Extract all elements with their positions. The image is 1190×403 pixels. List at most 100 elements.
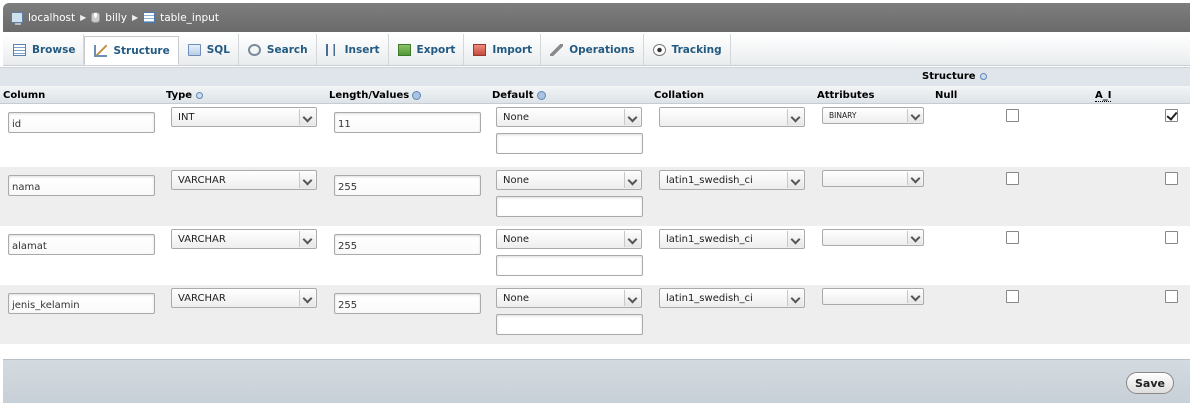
table-row: nama VARCHAR 255 None latin1_swedish_ci [0,167,1190,226]
insert-icon [325,43,339,56]
browse-icon [13,43,26,56]
chevron-down-icon [787,109,803,125]
chevron-down-icon [787,290,803,306]
tab-tracking[interactable]: Tracking [644,34,731,65]
chevron-down-icon [787,172,803,188]
type-select[interactable]: VARCHAR [171,288,317,308]
tab-label: Browse [32,43,76,56]
ai-checkbox[interactable] [1165,290,1178,303]
chevron-down-icon [624,231,640,247]
chevron-down-icon [624,290,640,306]
column-name-input[interactable]: nama [8,175,155,196]
header-length: Length/Values [329,90,422,101]
tab-label: Insert [344,43,380,56]
server-icon [11,12,23,25]
tab-label: Import [492,43,533,56]
column-name-input[interactable]: alamat [8,234,155,255]
database-icon [91,12,101,23]
chevron-down-icon [907,290,922,303]
column-name-input[interactable]: jenis_kelamin [8,293,155,314]
column-name-input[interactable]: id [8,112,155,133]
type-select[interactable]: VARCHAR [171,229,317,249]
structure-heading-bar: Structure [0,67,1190,86]
tab-label: Tracking [671,43,722,56]
default-value-input[interactable] [496,314,643,335]
help-icon[interactable] [536,90,546,100]
collation-select[interactable]: latin1_swedish_ci [659,229,805,249]
save-button[interactable]: Save [1126,372,1174,394]
structure-table: Structure Column Type Length/Values Defa… [0,67,1190,344]
default-select[interactable]: None [496,107,642,127]
tab-browse[interactable]: Browse [4,34,85,65]
default-select[interactable]: None [496,170,642,190]
attributes-select[interactable] [822,288,924,305]
attributes-select[interactable] [822,170,924,187]
type-select[interactable]: INT [171,107,317,127]
ai-checkbox[interactable] [1165,172,1178,185]
chevron-down-icon [299,231,315,247]
breadcrumb-server[interactable]: localhost [11,12,75,25]
help-icon[interactable] [979,72,987,80]
chevron-down-icon [299,109,315,125]
type-select[interactable]: VARCHAR [171,170,317,190]
export-icon [397,43,411,56]
chevron-down-icon [907,231,922,244]
tab-import[interactable]: Import [464,34,542,65]
null-checkbox[interactable] [1006,109,1019,122]
structure-heading: Structure [922,71,987,82]
tab-insert[interactable]: Insert [317,34,389,65]
length-input[interactable]: 255 [334,175,481,196]
tab-search[interactable]: Search [239,34,317,65]
operations-icon [550,43,564,56]
breadcrumb-database-label: billy [105,11,127,24]
breadcrumb-database[interactable]: billy [91,12,127,24]
ai-checkbox[interactable] [1165,109,1178,122]
header-column: Column [3,90,46,101]
header-null: Null [935,90,958,101]
attributes-select[interactable] [822,229,924,246]
null-checkbox[interactable] [1006,231,1019,244]
ai-checkbox[interactable] [1165,231,1178,244]
tab-structure[interactable]: Structure [84,36,179,65]
null-checkbox[interactable] [1006,290,1019,303]
form-footer: Save [3,359,1190,403]
breadcrumb-separator-icon: ▶ [80,13,87,22]
table-row: id INT 11 None BINARY [0,104,1190,163]
structure-icon [94,44,108,57]
sql-icon [187,43,201,56]
breadcrumb-table[interactable]: table_input [143,12,219,24]
default-select[interactable]: None [496,288,642,308]
help-icon[interactable] [412,90,422,100]
chevron-down-icon [787,231,803,247]
table-header: Column Type Length/Values Default Collat… [0,86,1190,104]
search-icon [247,43,261,56]
default-select[interactable]: None [496,229,642,249]
null-checkbox[interactable] [1006,172,1019,185]
attributes-select[interactable]: BINARY [822,107,924,124]
default-value-input[interactable] [496,133,643,154]
tab-sql[interactable]: SQL [179,34,239,65]
header-type: Type [166,90,204,101]
length-input[interactable]: 255 [334,234,481,255]
length-input[interactable]: 11 [334,112,481,133]
default-value-input[interactable] [496,196,643,217]
breadcrumb-separator-icon: ▶ [131,13,139,22]
default-value-input[interactable] [496,255,643,276]
length-input[interactable]: 255 [334,293,481,314]
tab-export[interactable]: Export [389,34,465,65]
header-ai: A_I [1095,90,1112,102]
tab-bar: Browse Structure SQL Search Insert Expor… [3,34,1190,66]
breadcrumb-table-label: table_input [160,11,219,24]
chevron-down-icon [624,109,640,125]
collation-select[interactable]: latin1_swedish_ci [659,170,805,190]
collation-select[interactable] [659,107,805,127]
help-icon[interactable] [196,91,204,99]
table-row: jenis_kelamin VARCHAR 255 None latin1_sw… [0,285,1190,344]
tab-operations[interactable]: Operations [541,34,644,65]
tab-label: SQL [206,43,230,56]
tab-label: Operations [569,43,635,56]
tracking-icon [652,43,666,56]
tab-label: Search [266,43,308,56]
import-icon [473,43,487,56]
collation-select[interactable]: latin1_swedish_ci [659,288,805,308]
